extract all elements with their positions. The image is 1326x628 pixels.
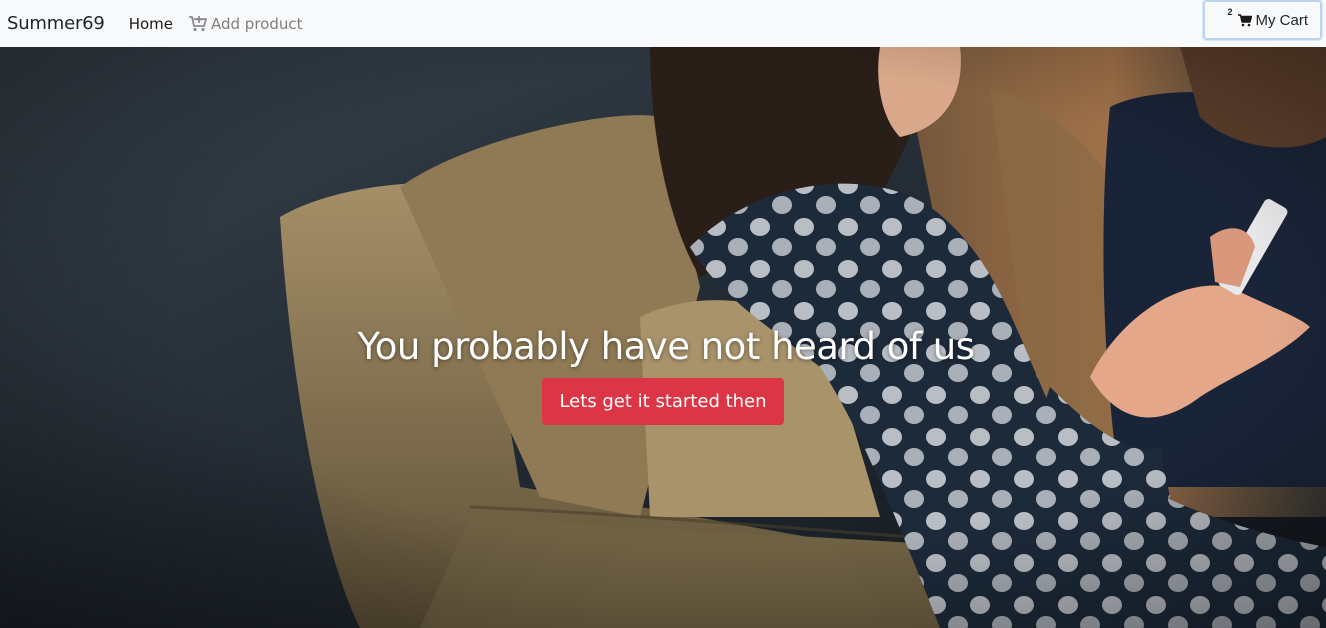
nav-link-home-label: Home (128, 14, 173, 33)
brand-logo[interactable]: Summer69 (7, 13, 105, 34)
navbar: Summer69 Home Add product 2 My Cart (0, 0, 1326, 47)
hero-content: You probably have not heard of us Lets g… (0, 325, 1326, 425)
hero-section: You probably have not heard of us Lets g… (0, 47, 1326, 628)
nav-link-add-product-label: Add product (210, 14, 303, 33)
nav-link-add-product[interactable]: Add product (188, 14, 303, 33)
shopping-cart-icon (1237, 13, 1252, 27)
my-cart-label: My Cart (1255, 11, 1309, 29)
cart-count-badge: 2 (1227, 7, 1233, 17)
my-cart-button[interactable]: 2 My Cart (1203, 0, 1322, 40)
hero-headline: You probably have not heard of us (357, 325, 975, 368)
get-started-button[interactable]: Lets get it started then (542, 378, 784, 425)
cart-plus-icon (188, 15, 207, 32)
nav-link-home[interactable]: Home (129, 15, 173, 33)
